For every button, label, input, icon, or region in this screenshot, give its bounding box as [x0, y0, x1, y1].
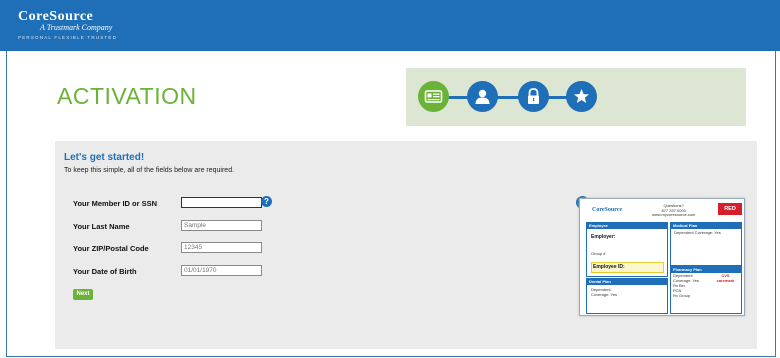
step-security	[518, 81, 549, 112]
card-pharmacy-details: Dependent Coverage: Yes Rx Bin PCN Rx Gr…	[673, 273, 699, 298]
site-header: CoreSource A Trustmark Company PERSONAL …	[0, 0, 780, 51]
card-employee-id-label: Employee ID:	[593, 264, 625, 270]
card-group-label: Group #	[591, 251, 606, 256]
zip-code-label: Your ZIP/Postal Code	[73, 244, 149, 253]
card-brand: CoreSource	[592, 207, 623, 213]
star-icon	[574, 89, 589, 103]
card-dental-coverage: Dependent Coverage: Yes	[591, 287, 617, 297]
member-id-help-icon[interactable]: ?	[261, 196, 272, 207]
date-of-birth-input[interactable]	[181, 265, 262, 276]
card-pharmacy-line: Rx Group	[673, 293, 691, 298]
date-of-birth-label: Your Date of Birth	[73, 267, 137, 276]
logo-subtitle: A Trustmark Company	[40, 23, 113, 32]
card-website: www.mycoresource.com	[652, 212, 696, 217]
card-medical-coverage: Dependent Coverage: Yes	[674, 230, 721, 235]
last-name-input[interactable]	[181, 220, 262, 231]
form-instructions: To keep this simple, all of the fields b…	[64, 167, 235, 174]
last-name-label: Your Last Name	[73, 222, 130, 231]
member-id-label: Your Member ID or SSN	[73, 199, 158, 208]
step-complete	[566, 81, 597, 112]
member-id-input[interactable]	[181, 197, 262, 208]
card-pharmacy-logo: CVS caremark	[716, 273, 735, 283]
step-id-card	[418, 81, 449, 112]
card-dental-line: Coverage: Yes	[591, 292, 618, 297]
next-button[interactable]: Next	[73, 289, 93, 300]
id-card-icon	[424, 90, 443, 103]
page-title: ACTIVATION	[57, 83, 197, 109]
step-profile	[467, 81, 498, 112]
card-contact: Questions? 877 337 0000 www.mycoresource…	[652, 203, 696, 218]
card-employee-header: Employee	[587, 223, 667, 229]
red-card-badge: RED card	[718, 203, 742, 224]
card-dental-header: Dental Plan	[587, 279, 667, 285]
lock-icon	[528, 88, 539, 104]
card-medical-section: Medical Plan	[670, 222, 742, 266]
person-icon	[475, 89, 490, 104]
form-heading: Let's get started!	[64, 152, 145, 163]
logo-tagline: PERSONAL FLEXIBLE TRUSTED	[18, 35, 118, 40]
card-medical-header: Medical Plan	[671, 223, 741, 229]
card-employer-label: Employer:	[591, 234, 616, 240]
zip-code-input[interactable]	[181, 242, 262, 253]
